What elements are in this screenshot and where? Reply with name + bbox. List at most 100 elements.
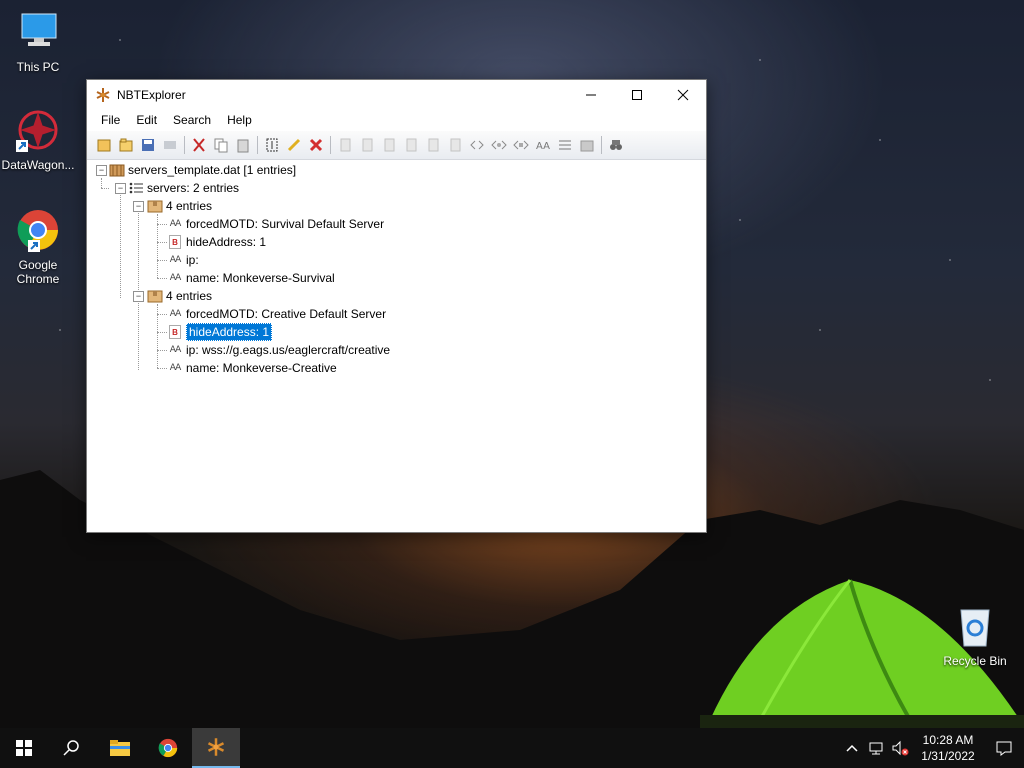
maximize-button[interactable] — [614, 80, 660, 109]
add-long-icon[interactable] — [400, 134, 422, 156]
desktop-icon-label-line2: Chrome — [16, 272, 60, 286]
tree-node-string[interactable]: AA name: Monkeverse-Survival — [167, 269, 335, 287]
add-float-icon[interactable] — [422, 134, 444, 156]
taskbar: 10:28 AM 1/31/2022 — [0, 728, 1024, 768]
network-button[interactable] — [864, 728, 888, 768]
desktop-icon-google-chrome[interactable]: Google Chrome — [0, 206, 76, 286]
paste-icon[interactable] — [232, 134, 254, 156]
menu-search[interactable]: Search — [165, 109, 219, 131]
tree-node-compound-2[interactable]: 4 entries — [147, 287, 212, 305]
close-button[interactable] — [660, 80, 706, 109]
search-button[interactable] — [48, 728, 96, 768]
menu-file[interactable]: File — [93, 109, 128, 131]
system-clock[interactable]: 10:28 AM 1/31/2022 — [912, 732, 984, 764]
menu-edit[interactable]: Edit — [128, 109, 165, 131]
tree-node-byte-selected[interactable]: B hideAddress: 1 — [167, 323, 273, 341]
desktop-icon-label: This PC — [16, 60, 60, 74]
desktop-icon-label-line1: Google — [18, 258, 58, 272]
tree-node-string[interactable]: AA ip: — [167, 251, 199, 269]
taskbar-file-explorer[interactable] — [96, 728, 144, 768]
byte-tag-glyph: B — [172, 327, 178, 337]
collapse-toggle[interactable]: − — [133, 291, 144, 302]
add-short-icon[interactable] — [356, 134, 378, 156]
tree-node-byte[interactable]: B hideAddress: 1 — [167, 233, 266, 251]
list-icon — [128, 180, 144, 196]
menu-help[interactable]: Help — [219, 109, 260, 131]
tree-node-label: forcedMOTD: Survival Default Server — [186, 217, 385, 231]
toolbar-separator — [257, 136, 258, 154]
desktop-icon-this-pc[interactable]: This PC — [0, 8, 76, 74]
tree-node-root[interactable]: servers_template.dat [1 entries] — [109, 161, 296, 179]
delete-icon[interactable] — [305, 134, 327, 156]
start-button[interactable] — [0, 728, 48, 768]
desktop-icon-label: Recycle Bin — [943, 654, 1007, 668]
taskbar-nbtexplorer[interactable] — [192, 728, 240, 768]
tree-node-string[interactable]: AA forcedMOTD: Creative Default Server — [167, 305, 386, 323]
volume-button[interactable] — [888, 728, 912, 768]
tree-node-compound-1[interactable]: 4 entries — [147, 197, 212, 215]
notifications-button[interactable] — [984, 728, 1024, 768]
tree-node-string[interactable]: AA forcedMOTD: Survival Default Server — [167, 215, 384, 233]
tree-node-string[interactable]: AA ip: wss://g.eags.us/eaglercraft/creat… — [167, 341, 390, 359]
desktop-icon-recycle-bin[interactable]: Recycle Bin — [937, 602, 1013, 668]
open-icon[interactable] — [93, 134, 115, 156]
rename-icon[interactable] — [261, 134, 283, 156]
string-tag-glyph: AA — [169, 309, 182, 319]
copy-icon[interactable] — [210, 134, 232, 156]
tree-node-label: 4 entries — [166, 199, 213, 213]
compound-icon — [147, 288, 163, 304]
add-list-icon[interactable] — [554, 134, 576, 156]
desktop-icon-label: DataWagon... — [1, 158, 75, 172]
refresh-icon[interactable] — [159, 134, 181, 156]
collapse-toggle[interactable]: − — [96, 165, 107, 176]
tree-node-label: ip: wss://g.eags.us/eaglercraft/creative — [186, 343, 391, 357]
title-bar[interactable]: NBTExplorer — [87, 80, 706, 109]
folder-icon — [110, 740, 130, 756]
string-tag-icon: AA — [167, 342, 183, 358]
tree-node-string[interactable]: AA name: Monkeverse-Creative — [167, 359, 337, 377]
string-tag-glyph: AA — [169, 273, 182, 283]
string-tag-icon: AA — [167, 360, 183, 376]
system-tray: 10:28 AM 1/31/2022 — [840, 728, 1024, 768]
add-byte-array-icon[interactable] — [466, 134, 488, 156]
tree-node-label: forcedMOTD: Creative Default Server — [186, 307, 387, 321]
nbtexplorer-app-icon — [95, 87, 111, 103]
open-folder-icon[interactable] — [115, 134, 137, 156]
volume-muted-icon — [892, 740, 909, 756]
add-string-icon[interactable]: AA — [532, 134, 554, 156]
save-icon[interactable] — [137, 134, 159, 156]
minimize-button[interactable] — [568, 80, 614, 109]
add-int-icon[interactable] — [378, 134, 400, 156]
tree-node-servers[interactable]: servers: 2 entries — [128, 179, 239, 197]
cut-icon[interactable] — [188, 134, 210, 156]
chevron-up-icon — [846, 744, 858, 752]
string-tag-icon: AA — [167, 216, 183, 232]
tree-node-label: 4 entries — [166, 289, 213, 303]
svg-text:AA: AA — [536, 141, 550, 152]
string-tag-glyph: AA — [169, 345, 182, 355]
toolbar-separator — [601, 136, 602, 154]
nbtexplorer-app-icon — [207, 738, 225, 756]
tree-node-label: servers: 2 entries — [147, 181, 240, 195]
string-tag-glyph: AA — [169, 255, 182, 265]
tree-node-label: ip: — [186, 253, 199, 267]
notification-icon — [996, 741, 1012, 756]
monitor-icon — [14, 8, 62, 56]
collapse-toggle[interactable]: − — [115, 183, 126, 194]
desktop-icon-datawagon[interactable]: DataWagon... — [0, 106, 76, 172]
add-compound-icon[interactable] — [576, 134, 598, 156]
add-double-icon[interactable] — [444, 134, 466, 156]
taskbar-chrome[interactable] — [144, 728, 192, 768]
add-int-array-icon[interactable] — [488, 134, 510, 156]
add-byte-icon[interactable] — [334, 134, 356, 156]
collapse-toggle[interactable]: − — [133, 201, 144, 212]
string-tag-glyph: AA — [169, 363, 182, 373]
add-long-array-icon[interactable] — [510, 134, 532, 156]
edit-icon[interactable] — [283, 134, 305, 156]
show-hidden-icons-button[interactable] — [840, 728, 864, 768]
toolbar-separator — [184, 136, 185, 154]
menu-bar: File Edit Search Help — [87, 109, 706, 131]
chrome-icon — [158, 738, 178, 758]
compound-icon — [147, 198, 163, 214]
find-icon[interactable] — [605, 134, 627, 156]
